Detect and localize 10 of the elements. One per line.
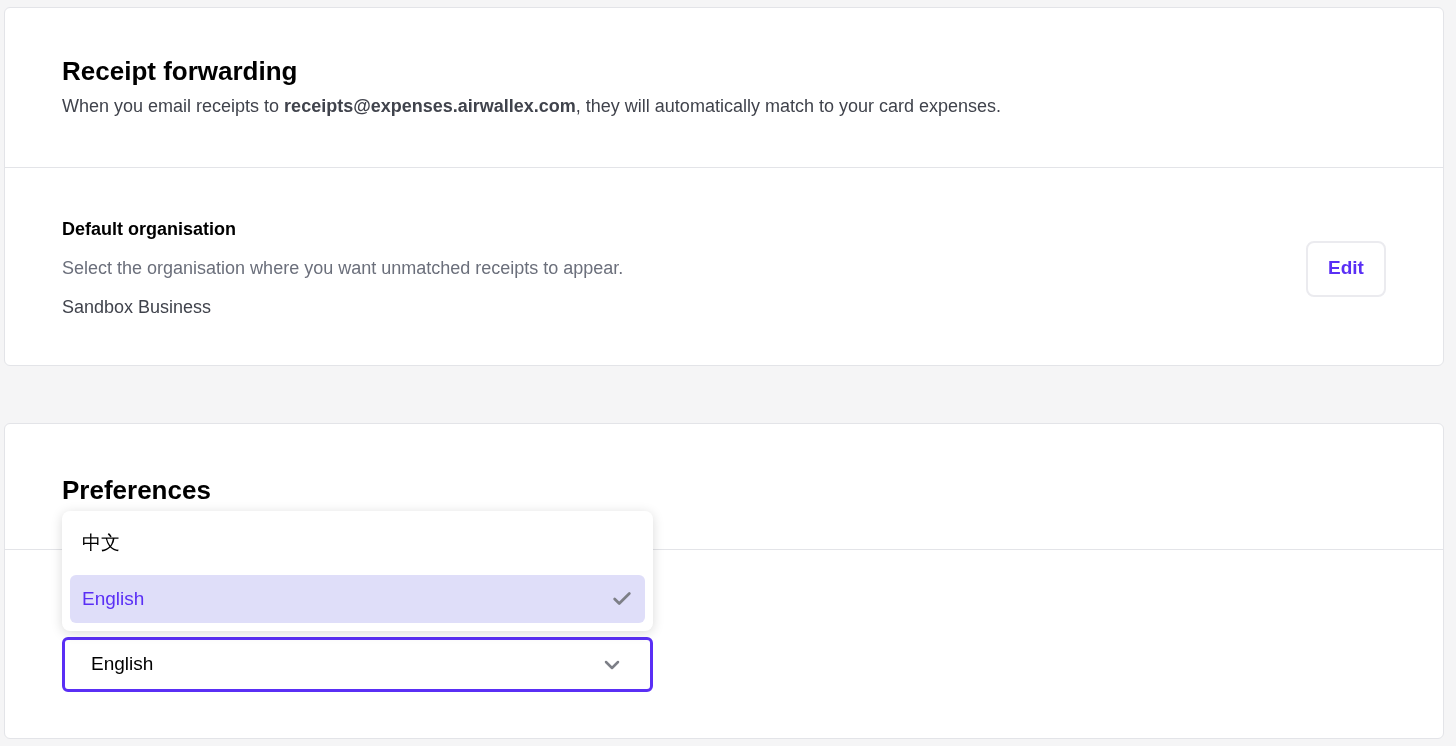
- setting-title: Default organisation: [62, 218, 237, 241]
- dropdown-option[interactable]: English: [70, 575, 645, 623]
- forwarding-description: When you email receipts to receipts@expenses.airwallex.com, they will automatically match to your card expenses.: [62, 95, 1003, 118]
- language-select[interactable]: English: [62, 637, 653, 692]
- section-title: Preferences: [62, 474, 212, 507]
- dropdown-option[interactable]: 中文: [70, 519, 645, 567]
- setting-description: Select the organisation where you want unmatched receipts to appear.: [62, 257, 624, 280]
- edit-button[interactable]: Edit: [1306, 240, 1386, 297]
- organisation-value: Sandbox Business: [62, 296, 213, 319]
- section-title: Receipt forwarding: [62, 55, 299, 87]
